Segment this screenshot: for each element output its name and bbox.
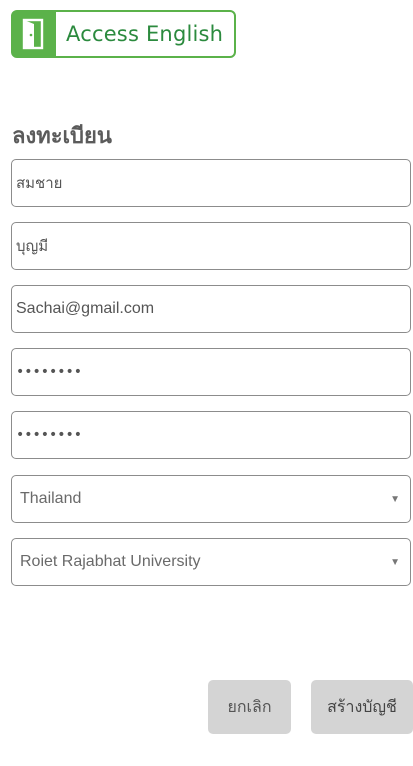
registration-page: Access English ลงทะเบียน สมชาย บุญมี Sac… [0, 0, 413, 766]
first-name-field[interactable]: สมชาย [11, 159, 411, 207]
door-icon [12, 12, 56, 56]
access-english-logo: Access English [11, 10, 236, 58]
cancel-button[interactable]: ยกเลิก [208, 680, 291, 734]
page-title: ลงทะเบียน [12, 124, 112, 149]
email-field[interactable]: Sachai@gmail.com [11, 285, 411, 333]
last-name-field[interactable]: บุญมี [11, 222, 411, 270]
logo-text: Access English [66, 22, 224, 46]
confirm-password-field[interactable]: •••••••• [11, 411, 411, 459]
chevron-down-icon: ▼ [390, 493, 400, 505]
password-field[interactable]: •••••••• [11, 348, 411, 396]
chevron-down-icon: ▼ [390, 556, 400, 568]
university-select[interactable]: Roiet Rajabhat University ▼ [11, 538, 411, 586]
create-account-button[interactable]: สร้างบัญชี [311, 680, 413, 734]
country-select[interactable]: Thailand ▼ [11, 475, 411, 523]
country-select-value: Thailand [20, 490, 82, 507]
university-select-value: Roiet Rajabhat University [20, 553, 201, 570]
